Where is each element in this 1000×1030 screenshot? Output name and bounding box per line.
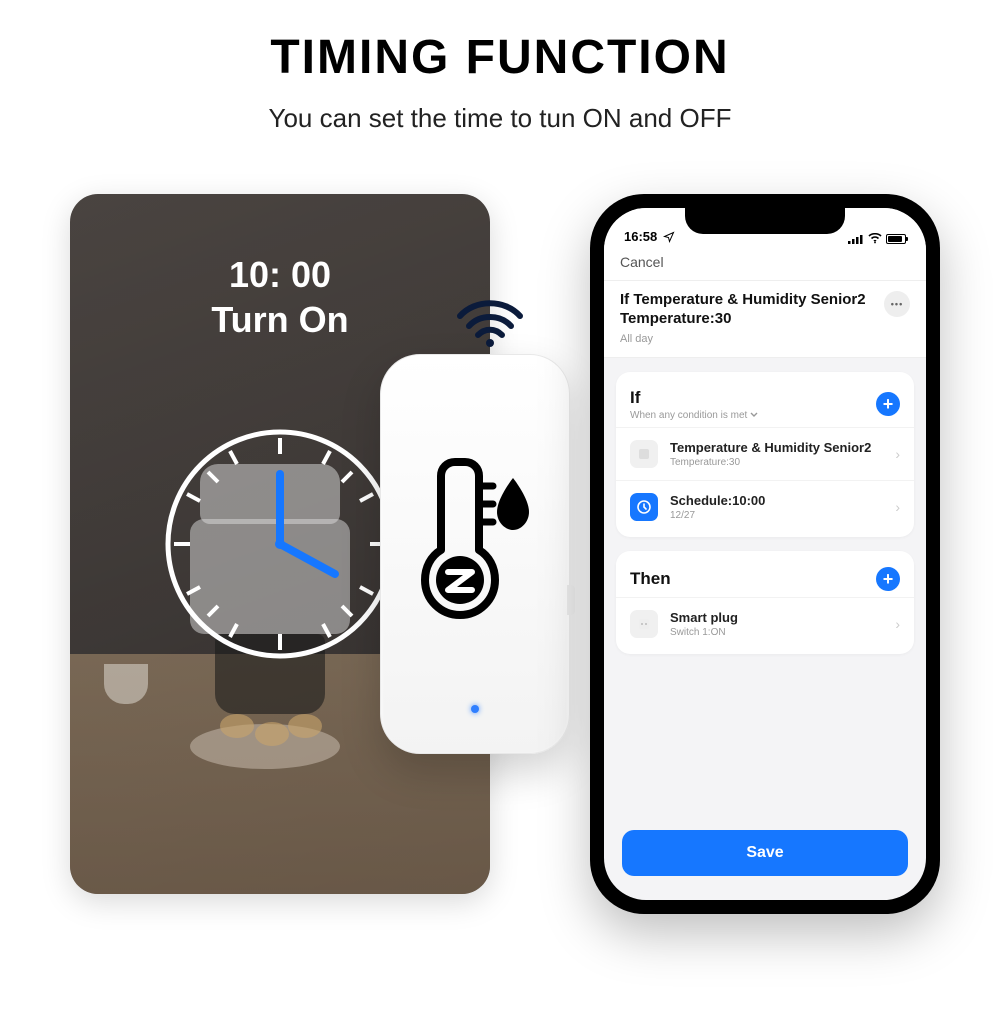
condition-row[interactable]: Temperature & Humidity Senior2 Temperatu… [616, 427, 914, 480]
chevron-right-icon: › [895, 499, 900, 515]
thermometer-humidity-icon [415, 450, 535, 620]
condition-sub: 12/27 [670, 510, 883, 521]
signal-icon [848, 234, 864, 244]
led-indicator [471, 705, 479, 713]
add-action-button[interactable]: + [876, 567, 900, 591]
action-sub: Switch 1:ON [670, 627, 883, 638]
if-title: If [630, 388, 876, 408]
if-subtitle[interactable]: When any condition is met [630, 410, 876, 421]
action-title: Smart plug [670, 610, 883, 625]
chevron-right-icon: › [895, 446, 900, 462]
chevron-down-icon [750, 412, 758, 418]
wifi-status-icon [868, 233, 882, 244]
cancel-button[interactable]: Cancel [620, 254, 664, 270]
location-icon [663, 231, 675, 243]
clock-small-icon [630, 493, 658, 521]
page-title: TIMING FUNCTION [0, 30, 1000, 85]
chevron-right-icon: › [895, 616, 900, 632]
scene-time: 10: 00 [70, 254, 490, 296]
phone-screen: 16:58 Cancel [604, 208, 926, 900]
wifi-icon [455, 294, 525, 349]
condition-row[interactable]: Schedule:10:00 12/27 › [616, 480, 914, 533]
then-section: Then + Smart plug Switch 1:ON › [616, 551, 914, 654]
rule-title: If Temperature & Humidity Senior2 Temper… [620, 291, 876, 329]
battery-icon [886, 234, 906, 244]
save-button[interactable]: Save [622, 830, 908, 876]
plug-icon [630, 610, 658, 638]
status-time: 16:58 [624, 229, 657, 244]
clock-icon [160, 424, 400, 664]
scene-action: Turn On [70, 299, 490, 341]
then-title: Then [630, 569, 876, 589]
sensor-device [380, 354, 570, 754]
condition-title: Schedule:10:00 [670, 493, 883, 508]
condition-sub: Temperature:30 [670, 457, 883, 468]
action-row[interactable]: Smart plug Switch 1:ON › [616, 597, 914, 650]
page-subtitle: You can set the time to tun ON and OFF [0, 103, 1000, 134]
rule-header: If Temperature & Humidity Senior2 Temper… [604, 281, 926, 358]
phone-notch [685, 208, 845, 234]
phone-frame: 16:58 Cancel [590, 194, 940, 914]
if-section: If When any condition is met + Temperatu… [616, 372, 914, 537]
condition-title: Temperature & Humidity Senior2 [670, 440, 883, 455]
nav-bar: Cancel [604, 246, 926, 281]
rule-subtitle: All day [620, 333, 876, 345]
add-condition-button[interactable]: + [876, 392, 900, 416]
more-button[interactable]: ••• [884, 291, 910, 317]
sensor-icon [630, 440, 658, 468]
